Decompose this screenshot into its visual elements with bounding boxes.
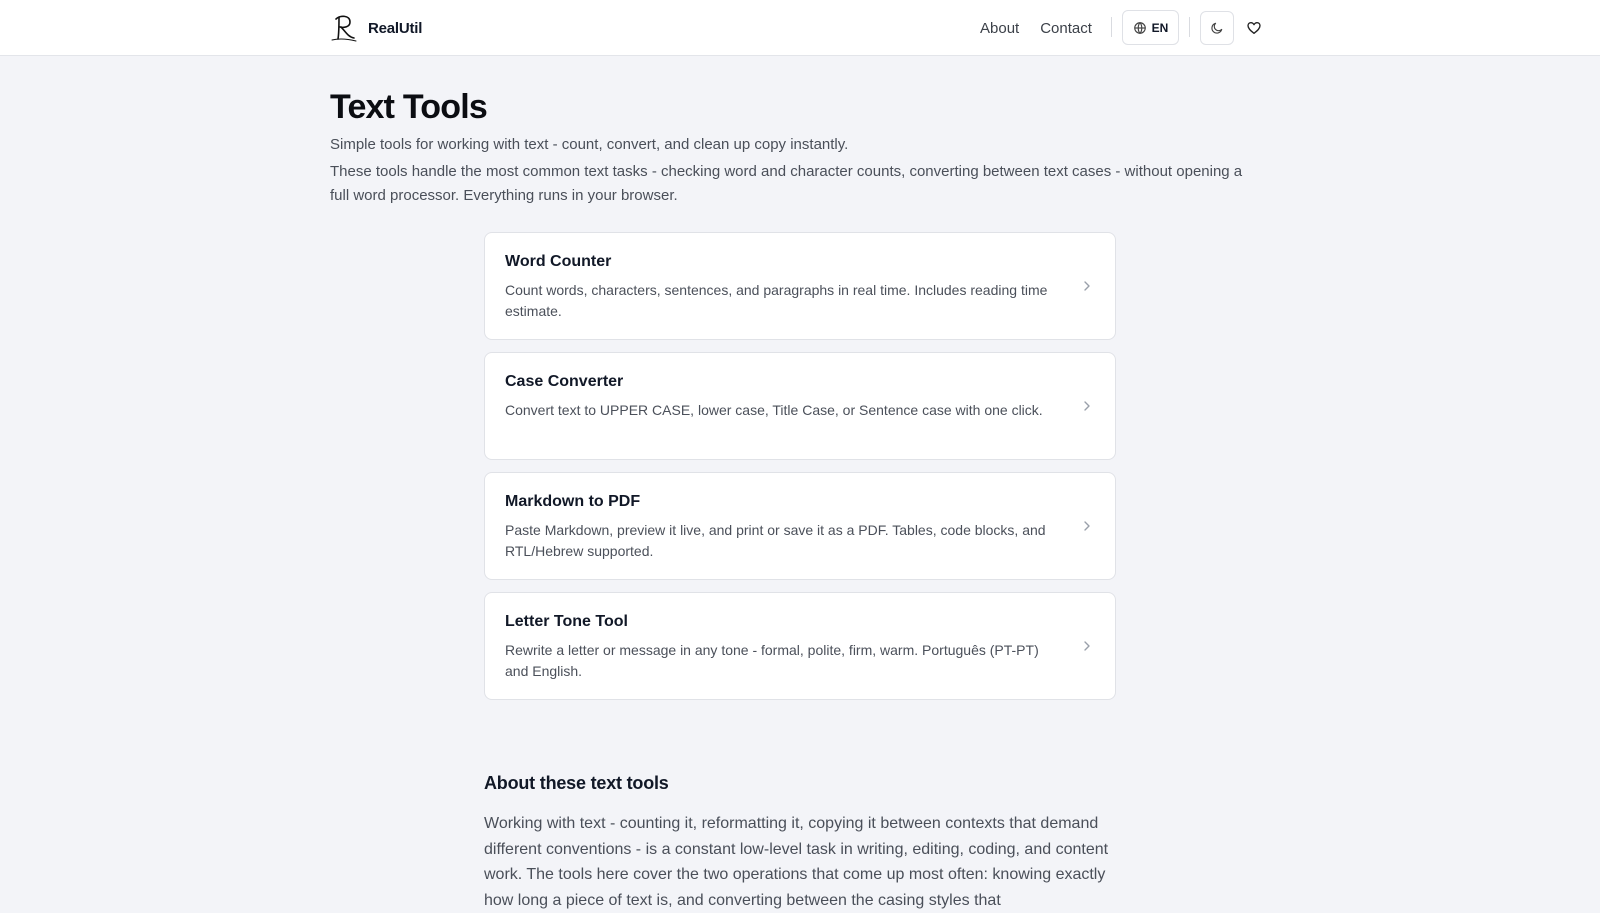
brand-name: RealUtil — [368, 19, 423, 37]
chevron-right-icon — [1084, 401, 1090, 411]
nav-divider — [1189, 17, 1190, 37]
site-header: RealUtil About Contact EN — [0, 0, 1600, 56]
brand-link[interactable]: RealUtil — [330, 13, 422, 43]
tool-card-description: Paste Markdown, preview it live, and pri… — [505, 522, 1046, 559]
tool-card-title: Letter Tone Tool — [505, 613, 628, 630]
tool-card-word-counter[interactable]: Word Counter Count words, characters, se… — [484, 232, 1116, 340]
nav-about-link[interactable]: About — [980, 20, 1019, 37]
chevron-right-icon — [1084, 641, 1090, 651]
tool-card-description: Rewrite a letter or message in any tone … — [505, 642, 1039, 679]
tool-card-description: Convert text to UPPER CASE, lower case, … — [505, 402, 1043, 418]
tool-card-case-converter[interactable]: Case Converter Convert text to UPPER CAS… — [484, 352, 1116, 460]
globe-icon — [1133, 21, 1146, 34]
tool-card-title: Markdown to PDF — [505, 493, 641, 510]
page-subtitle: Simple tools for working with text - cou… — [330, 136, 849, 153]
chevron-right-icon — [1084, 281, 1090, 291]
nav-divider — [1111, 17, 1112, 37]
tool-card-letter-tone-tool[interactable]: Letter Tone Tool Rewrite a letter or mes… — [484, 592, 1116, 700]
r-logo-icon — [331, 15, 357, 42]
main-nav: About Contact — [980, 0, 1092, 56]
theme-toggle-button[interactable] — [1200, 11, 1234, 45]
tool-card-description: Count words, characters, sentences, and … — [505, 282, 1048, 319]
favorite-button[interactable] — [1243, 15, 1265, 41]
nav-contact-link[interactable]: Contact — [1040, 20, 1092, 37]
about-heading: About these text tools — [484, 773, 669, 793]
heart-icon — [1247, 22, 1261, 34]
tool-card-title: Word Counter — [505, 253, 612, 270]
tool-card-title: Case Converter — [505, 373, 624, 390]
tool-card-markdown-to-pdf[interactable]: Markdown to PDF Paste Markdown, preview … — [484, 472, 1116, 580]
moon-icon — [1211, 22, 1223, 34]
page-title: Text Tools — [330, 88, 488, 126]
about-text: Working with text - counting it, reforma… — [484, 815, 1109, 909]
language-label: EN — [1151, 20, 1169, 35]
chevron-right-icon — [1084, 521, 1090, 531]
page-description: These tools handle the most common text … — [330, 163, 1243, 204]
language-button[interactable]: EN — [1122, 10, 1179, 45]
tool-list: Word Counter Count words, characters, se… — [484, 232, 1116, 712]
